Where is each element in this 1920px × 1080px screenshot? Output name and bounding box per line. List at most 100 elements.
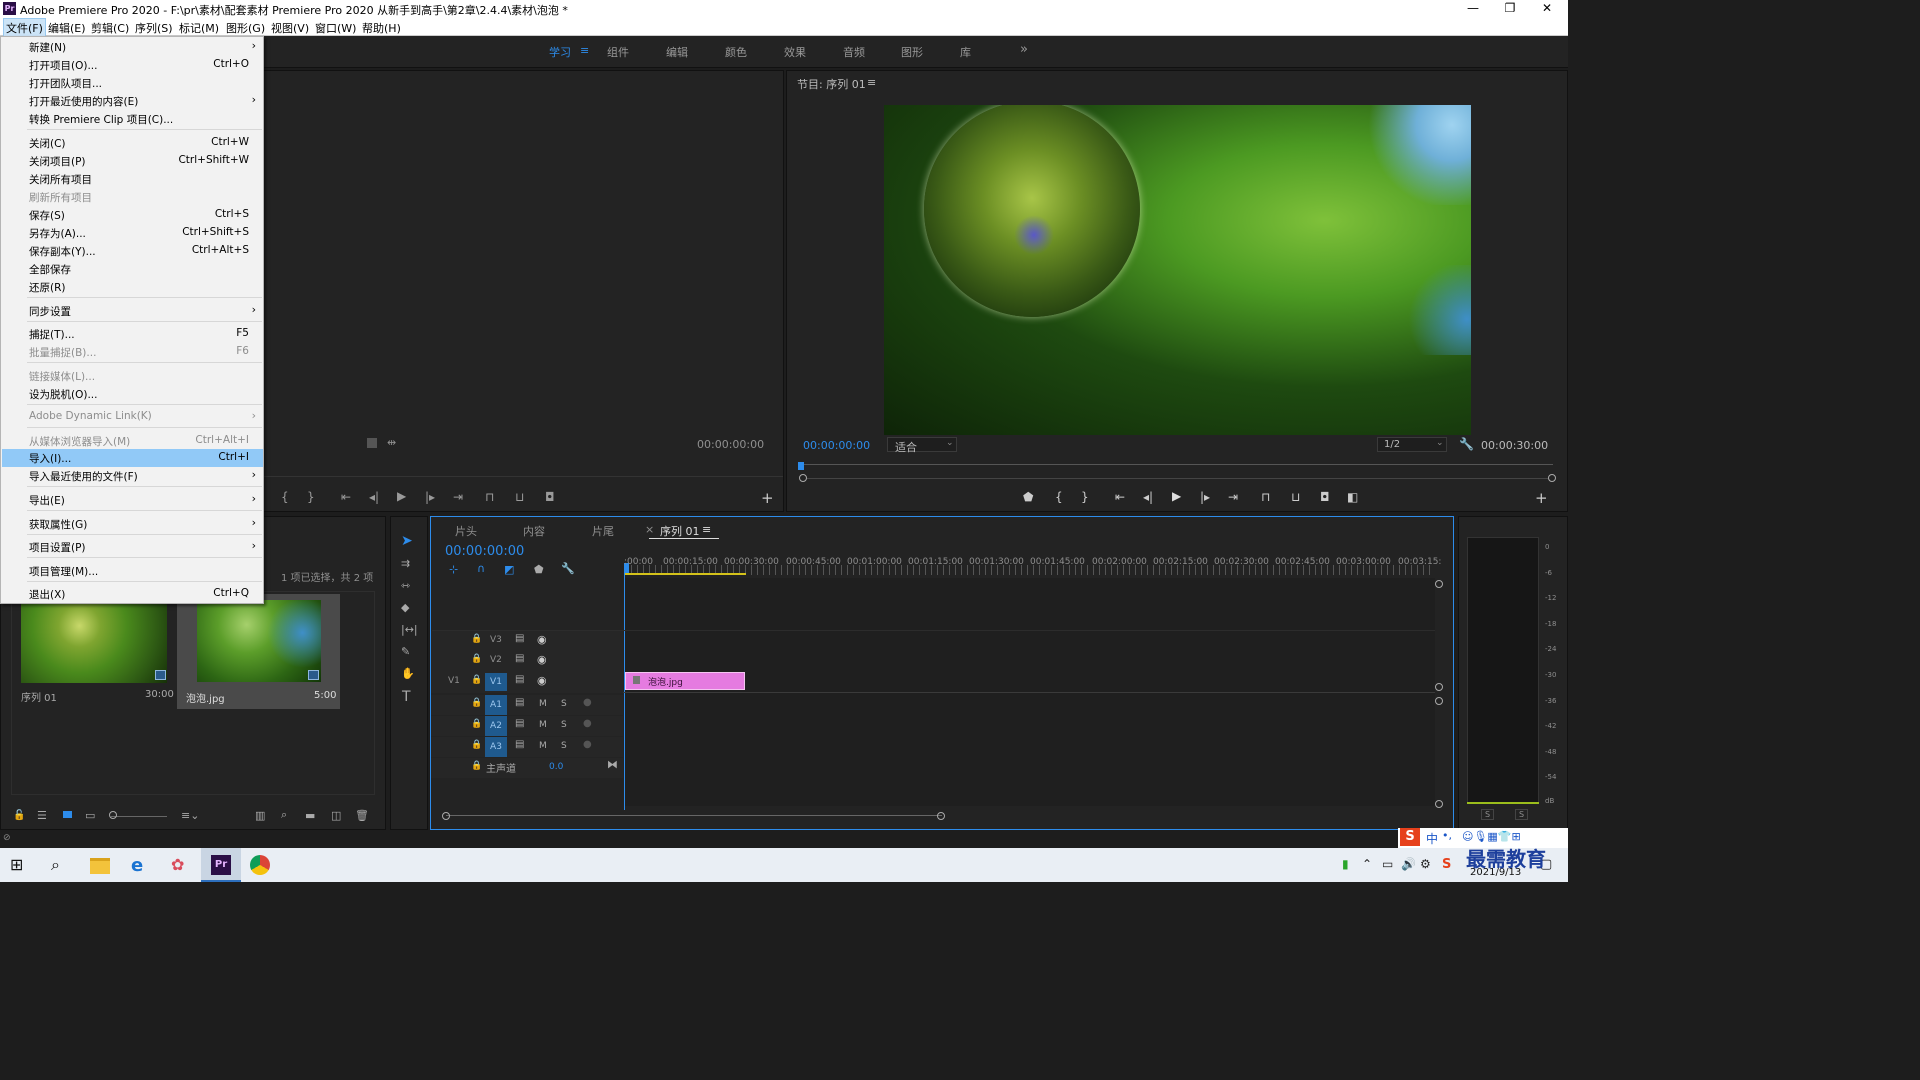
step-forward-icon[interactable]: |▸ [1200,490,1210,504]
snap-icon[interactable]: ∩ [477,562,485,575]
track-header-master[interactable]: 🔒 主声道 0.0 ⧓ [431,758,623,778]
windows-start-icon[interactable]: ⊞ [10,855,30,875]
mic-icon[interactable]: ● [583,718,592,729]
menu-item-make-offline[interactable]: 设为脱机(O)... [2,385,263,403]
drag-video-icon[interactable] [367,438,377,448]
timeline-horizontal-scrollbar[interactable] [446,815,942,816]
add-button-icon[interactable]: + [1535,489,1548,507]
mark-out-icon[interactable]: } [307,490,315,504]
master-volume-value[interactable]: 0.0 [549,762,563,772]
project-item-image[interactable]: 泡泡.jpg 5:00 [177,594,340,709]
add-marker-icon[interactable]: ⬟ [1023,490,1033,504]
zoom-handle-right[interactable] [1548,474,1556,482]
menu-item-save-copy[interactable]: 保存副本(Y)... Ctrl+Alt+S [2,242,263,260]
menu-help[interactable]: 帮助(H) [362,20,401,36]
workspace-graphics[interactable]: 图形 [901,44,923,60]
sync-lock-icon[interactable]: ▤ [515,633,524,644]
workspace-color[interactable]: 颜色 [725,44,747,60]
automate-icon[interactable]: ▥ [255,809,265,822]
program-monitor-title[interactable]: 节目: 序列 01 [797,76,866,92]
video-scroll-handle-top[interactable] [1435,580,1443,588]
play-icon[interactable]: ▶ [1172,489,1181,503]
show-hidden-icons[interactable]: ⌃ [1362,857,1372,871]
maximize-button[interactable]: ❐ [1495,1,1525,15]
ime-language[interactable]: 中 [1426,830,1438,847]
menu-item-revert[interactable]: 还原(R) [2,278,263,296]
workspace-audio[interactable]: 音频 [843,44,865,60]
menu-edit[interactable]: 编辑(E) [48,20,86,36]
step-forward-icon[interactable]: |▸ [425,490,435,504]
audio-scroll-handle-top[interactable] [1435,697,1443,705]
step-back-icon[interactable]: ◂| [1143,490,1153,504]
menu-sequence[interactable]: 序列(S) [135,20,173,36]
mark-out-icon[interactable]: } [1081,490,1089,504]
menu-item-save-as[interactable]: 另存为(A)... Ctrl+Shift+S [2,224,263,242]
tab-outro[interactable]: 片尾 [592,523,614,539]
battery-icon[interactable]: ▮ [1342,857,1349,871]
sync-lock-icon[interactable]: ▤ [515,718,524,729]
menu-item-open-recent[interactable]: 打开最近使用的内容(E) › [2,92,263,110]
solo-right-button[interactable]: S [1515,809,1529,820]
track-header-a1[interactable]: 🔒 A1 ▤ M S ● [431,695,623,715]
solo-button[interactable]: S [561,741,567,751]
mute-button[interactable]: M [539,741,547,751]
zoom-slider[interactable] [111,816,167,817]
wrench-icon[interactable]: 🔧 [1459,437,1474,451]
track-select-tool-icon[interactable]: ⇉ [401,557,410,570]
mark-in-icon[interactable]: { [1055,490,1063,504]
menu-item-project-settings[interactable]: 项目设置(P) › [2,538,263,556]
trash-icon[interactable]: 🗑 [355,809,369,822]
export-frame-icon[interactable]: ◘ [1320,490,1330,504]
selection-tool-icon[interactable]: ➤ [401,533,413,549]
list-view-icon[interactable]: ☰ [37,809,47,822]
menu-item-save[interactable]: 保存(S) Ctrl+S [2,206,263,224]
tray-app-icon[interactable]: ⚙ [1420,857,1431,871]
menu-clip[interactable]: 剪辑(C) [91,20,129,36]
workspace-learn[interactable]: 学习 [549,44,571,60]
eye-icon[interactable]: ◉ [537,633,547,646]
razor-tool-icon[interactable]: ◆ [401,601,409,614]
playhead-handle[interactable] [798,462,804,470]
linked-selection-icon[interactable]: ◩ [504,563,514,576]
lock-icon[interactable]: 🔓 [13,810,25,821]
hand-tool-icon[interactable]: ✋ [401,667,415,680]
mute-button[interactable]: M [539,699,547,709]
close-button[interactable]: ✕ [1532,1,1562,15]
workspace-libraries[interactable]: 库 [960,44,971,60]
menu-item-project-manager[interactable]: 项目管理(M)... [2,562,263,580]
menu-item-get-properties[interactable]: 获取属性(G) › [2,515,263,533]
zoom-slider-handle[interactable] [109,811,117,819]
menu-item-save-all[interactable]: 全部保存 [2,260,263,278]
insert-icon[interactable]: ⊓ [485,490,494,504]
program-monitor-menu-icon[interactable]: ≡ [867,76,876,89]
export-frame-icon[interactable]: ◘ [545,490,555,504]
lift-icon[interactable]: ⊓ [1261,490,1270,504]
lock-icon[interactable]: 🔒 [471,698,482,708]
go-to-end-icon[interactable]: ⧓ [607,758,618,771]
menu-item-sync-settings[interactable]: 同步设置 › [2,302,263,320]
slip-tool-icon[interactable]: |↔| [401,623,418,636]
program-timecode[interactable]: 00:00:00:00 [803,439,870,452]
lock-icon[interactable]: 🔒 [471,761,482,771]
scroll-handle-right[interactable] [937,812,945,820]
track-header-a3[interactable]: 🔒 A3 ▤ M S ● [431,737,623,757]
track-header-v2[interactable]: 🔒 V2 ▤ ◉ [431,651,623,671]
network-icon[interactable]: ▭ [1382,857,1393,871]
workspace-menu-icon[interactable]: ≡ [580,44,589,57]
sync-lock-icon[interactable]: ▤ [515,697,524,708]
sync-lock-icon[interactable]: ▤ [515,653,524,664]
menu-item-close[interactable]: 关闭(C) Ctrl+W [2,134,263,152]
menu-item-open-project[interactable]: 打开项目(O)... Ctrl+O [2,56,263,74]
tab-sequence-01[interactable]: 序列 01 [660,523,700,539]
menu-item-convert-clip[interactable]: 转换 Premiere Clip 项目(C)... [2,110,263,128]
go-to-in-icon[interactable]: ⇤ [1115,490,1125,504]
scroll-handle-left[interactable] [442,812,450,820]
eye-icon[interactable]: ◉ [537,674,547,687]
workspace-editing[interactable]: 编辑 [666,44,688,60]
new-item-icon[interactable]: ◫ [331,809,341,822]
menu-item-import[interactable]: 导入(I)... Ctrl+I [2,449,263,467]
menu-item-capture[interactable]: 捕捉(T)... F5 [2,325,263,343]
add-button-icon[interactable]: + [761,489,774,507]
extract-icon[interactable]: ⊔ [1291,490,1300,504]
menu-item-exit[interactable]: 退出(X) Ctrl+Q [2,585,263,603]
